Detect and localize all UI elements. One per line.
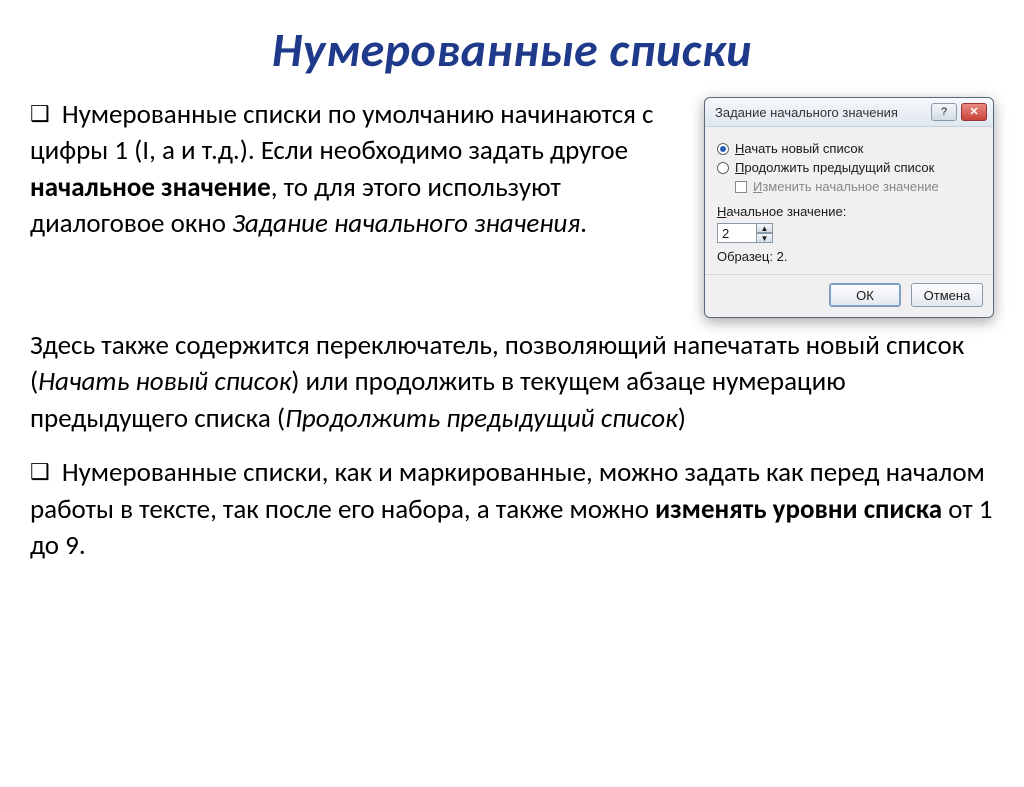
ok-button[interactable]: ОК [829, 283, 901, 307]
chevron-up-icon: ▲ [761, 224, 769, 233]
help-icon: ? [941, 107, 947, 118]
checkbox-change-start: Изменить начальное значение [735, 179, 981, 194]
start-value-spinner[interactable]: 2 ▲ ▼ [717, 223, 777, 243]
radio-icon [717, 162, 729, 174]
checkbox-icon [735, 181, 747, 193]
spinner-up-button[interactable]: ▲ [757, 223, 773, 233]
bullet-icon: ❑ [30, 100, 50, 127]
sample-label: Образец: 2. [717, 249, 981, 264]
bullet-icon: ❑ [30, 458, 50, 485]
dialog-window: Задание начального значения ? ✕ Начать н… [704, 97, 994, 318]
cancel-button[interactable]: Отмена [911, 283, 983, 307]
spinner-down-button[interactable]: ▼ [757, 233, 773, 243]
para1-bold: начальное значение [30, 171, 271, 204]
radio-icon-checked [717, 143, 729, 155]
dialog-title: Задание начального значения [715, 105, 898, 120]
para2-text-3: ) [678, 402, 686, 435]
slide-title: Нумерованные списки [0, 20, 1024, 79]
chevron-down-icon: ▼ [761, 234, 769, 243]
start-value-input[interactable]: 2 [717, 223, 757, 243]
para1-italic: Задание начального значения [232, 207, 580, 240]
radio-start-new-label: Начать новый список [735, 141, 863, 156]
close-button[interactable]: ✕ [961, 103, 987, 121]
radio-continue-label: Продолжить предыдущий список [735, 160, 934, 175]
para1-text-3: . [580, 207, 587, 240]
paragraph-3: ❑ Нумерованные списки, как и маркированн… [30, 455, 994, 564]
paragraph-1: ❑ Нумерованные списки по умолчанию начин… [30, 97, 686, 243]
dialog-titlebar[interactable]: Задание начального значения ? ✕ [705, 98, 993, 127]
checkbox-change-start-label: Изменить начальное значение [753, 179, 939, 194]
start-value-label: Начальное значение: [717, 204, 981, 219]
close-icon: ✕ [969, 107, 978, 118]
radio-continue[interactable]: Продолжить предыдущий список [717, 160, 981, 175]
para2-italic-1: Начать новый список [38, 365, 291, 398]
paragraph-2: Здесь также содержится переключатель, по… [30, 328, 994, 437]
slide-content: ❑ Нумерованные списки по умолчанию начин… [0, 97, 1024, 565]
radio-start-new[interactable]: Начать новый список [717, 141, 981, 156]
para3-bold: изменять уровни списка [655, 493, 942, 526]
help-button[interactable]: ? [931, 103, 957, 121]
para1-text-1: Нумерованные списки по умолчанию начинаю… [30, 98, 653, 167]
para2-italic-2: Продолжить предыдущий список [285, 402, 678, 435]
